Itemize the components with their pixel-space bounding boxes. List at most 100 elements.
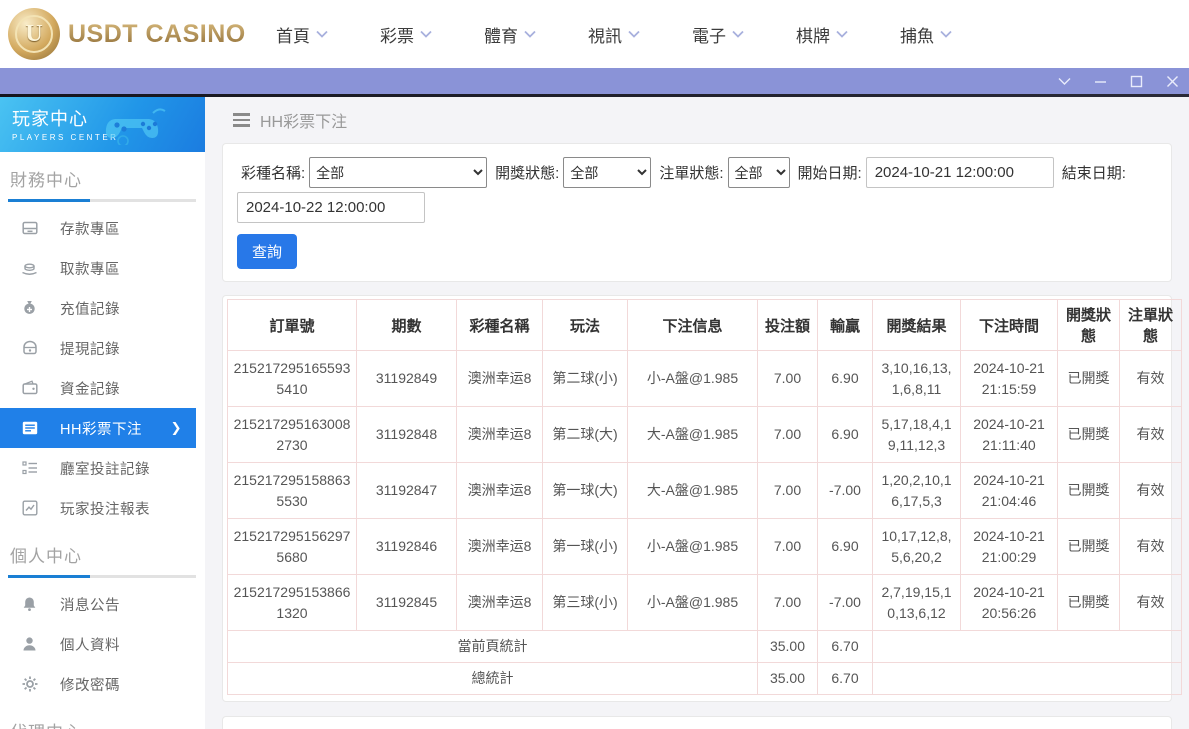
page-title: HH彩票下注 <box>260 108 347 132</box>
cell-order-status: 有效 <box>1120 351 1182 407</box>
cell-period: 31192847 <box>357 463 457 519</box>
sidebar-item-label: 消息公告 <box>60 594 120 615</box>
page-total-label: 當前頁統計 <box>228 631 758 663</box>
section-finance: 財務中心 <box>0 152 205 202</box>
nav-item-sports[interactable]: 體育 <box>458 22 562 47</box>
lottery-name-select[interactable]: 全部 <box>309 157 487 188</box>
sidebar-item-label: 玩家投注報表 <box>60 498 150 519</box>
hamburger-icon[interactable] <box>233 113 250 127</box>
player-report-icon <box>21 500 38 517</box>
sidebar-item-change-password[interactable]: 修改密碼 <box>0 664 205 704</box>
sidebar-item-withdrawal-record[interactable]: 提現記錄 <box>0 328 205 368</box>
query-button[interactable]: 查詢 <box>237 234 297 269</box>
sidebar-item-funds-record[interactable]: 資金記錄 <box>0 368 205 408</box>
cell-order-status: 有效 <box>1120 519 1182 575</box>
nav-item-slots[interactable]: 電子 <box>666 22 770 47</box>
cell-bet-info: 小-A盤@1.985 <box>628 519 758 575</box>
cell-play: 第一球(小) <box>543 519 628 575</box>
chevron-down-icon <box>316 30 328 38</box>
table-header-row: 訂單號 期數 彩種名稱 玩法 下注信息 投注額 輸贏 開獎結果 下注時間 開獎狀… <box>228 300 1182 351</box>
cell-order-no: 2152172951588635530 <box>228 463 357 519</box>
cell-draw-status: 已開獎 <box>1058 575 1120 631</box>
sidebar-item-hh-lottery-bet[interactable]: HH彩票下注 ❯ <box>0 408 196 448</box>
sidebar-item-deposit[interactable]: 存款專區 <box>0 208 205 248</box>
cell-period: 31192848 <box>357 407 457 463</box>
sidebar-item-hall-bet-record[interactable]: 廳室投註記錄 <box>0 448 205 488</box>
cell-order-status: 有效 <box>1120 575 1182 631</box>
cell-win-loss: 6.90 <box>818 351 873 407</box>
bet-table-panel: 訂單號 期數 彩種名稱 玩法 下注信息 投注額 輸贏 開獎結果 下注時間 開獎狀… <box>222 295 1172 702</box>
window-close-icon[interactable] <box>1165 74 1179 88</box>
nav-label: 捕魚 <box>900 22 934 47</box>
page-total-win: 6.70 <box>818 631 873 663</box>
nav-item-lottery[interactable]: 彩票 <box>354 22 458 47</box>
order-status-label: 注單狀態: <box>659 162 723 183</box>
cell-play: 第一球(大) <box>543 463 628 519</box>
sidebar-item-label: HH彩票下注 <box>60 418 142 439</box>
col-play: 玩法 <box>543 300 628 351</box>
cell-period: 31192849 <box>357 351 457 407</box>
cell-bet-time: 2024-10-21 21:04:46 <box>961 463 1058 519</box>
cell-draw-status: 已開獎 <box>1058 351 1120 407</box>
sidebar-item-withdraw[interactable]: 取款專區 <box>0 248 205 288</box>
logo[interactable]: U USDT CASINO <box>0 8 250 60</box>
cell-win-loss: 6.90 <box>818 519 873 575</box>
nav-item-cards[interactable]: 棋牌 <box>770 22 874 47</box>
cell-lottery: 澳洲幸运8 <box>457 575 543 631</box>
window-chevron-down-icon[interactable] <box>1057 74 1071 88</box>
sidebar-item-notice[interactable]: 消息公告 <box>0 584 205 624</box>
cell-order-no: 2152172951562975680 <box>228 519 357 575</box>
nav-item-fishing[interactable]: 捕魚 <box>874 22 978 47</box>
cell-play: 第三球(小) <box>543 575 628 631</box>
nav-label: 棋牌 <box>796 22 830 47</box>
top-header: U USDT CASINO 首頁 彩票 體育 視訊 電子 棋牌 捕魚 <box>0 0 1189 68</box>
sidebar-item-label: 廳室投註記錄 <box>60 458 150 479</box>
grand-total-row: 總統計 35.00 6.70 <box>228 663 1182 695</box>
withdrawal-record-icon <box>21 340 38 357</box>
sidebar-item-label: 個人資料 <box>60 634 120 655</box>
sidebar-item-player-report[interactable]: 玩家投注報表 <box>0 488 205 528</box>
end-date-input[interactable] <box>237 192 425 223</box>
sidebar-item-recharge-record[interactable]: 充值記錄 <box>0 288 205 328</box>
col-bet-amount: 投注額 <box>758 300 818 351</box>
section-personal: 個人中心 <box>0 528 205 578</box>
cell-bet-time: 2024-10-21 21:00:29 <box>961 519 1058 575</box>
nav-item-home[interactable]: 首頁 <box>250 22 354 47</box>
lottery-name-label: 彩種名稱: <box>241 162 305 183</box>
cell-lottery: 澳洲幸运8 <box>457 407 543 463</box>
sidebar-item-profile[interactable]: 個人資料 <box>0 624 205 664</box>
start-date-label: 開始日期: <box>798 162 862 183</box>
table-row: 2152172951562975680 31192846 澳洲幸运8 第一球(小… <box>228 519 1182 575</box>
sidebar-item-label: 提現記錄 <box>60 338 120 359</box>
nav-item-video[interactable]: 視訊 <box>562 22 666 47</box>
grand-total-bet: 35.00 <box>758 663 818 695</box>
withdraw-icon <box>21 260 38 277</box>
nav-label: 電子 <box>692 22 726 47</box>
chevron-down-icon <box>524 30 536 38</box>
sidebar-item-label: 充值記錄 <box>60 298 120 319</box>
table-row: 2152172951538661320 31192845 澳洲幸运8 第三球(小… <box>228 575 1182 631</box>
breadcrumb: HH彩票下注 <box>205 97 1189 143</box>
cell-draw-status: 已開獎 <box>1058 463 1120 519</box>
cell-result: 5,17,18,4,19,11,12,3 <box>873 407 961 463</box>
sidebar: 玩家中心 PLAYERS CENTER 財務中心 <box>0 97 205 729</box>
cell-period: 31192845 <box>357 575 457 631</box>
section-title: 財務中心 <box>8 166 205 191</box>
cell-result: 1,20,2,10,16,17,5,3 <box>873 463 961 519</box>
cell-bet-time: 2024-10-21 21:11:40 <box>961 407 1058 463</box>
cell-win-loss: -7.00 <box>818 575 873 631</box>
window-minimize-icon[interactable] <box>1093 74 1107 88</box>
section-agent: 代理中心 <box>0 704 205 729</box>
col-order-no: 訂單號 <box>228 300 357 351</box>
order-status-select[interactable]: 全部 <box>728 157 790 188</box>
draw-status-select[interactable]: 全部 <box>563 157 651 188</box>
cell-bet-amount: 7.00 <box>758 519 818 575</box>
person-icon <box>21 636 38 653</box>
filter-panel: 彩種名稱: 全部 開獎狀態: 全部 注單狀態: 全部 開始日期: 結束日期: 查… <box>222 143 1172 282</box>
col-bet-info: 下注信息 <box>628 300 758 351</box>
col-win-loss: 輸贏 <box>818 300 873 351</box>
cell-lottery: 澳洲幸运8 <box>457 519 543 575</box>
start-date-input[interactable] <box>866 157 1054 188</box>
deposit-icon <box>21 220 38 237</box>
window-maximize-icon[interactable] <box>1129 74 1143 88</box>
